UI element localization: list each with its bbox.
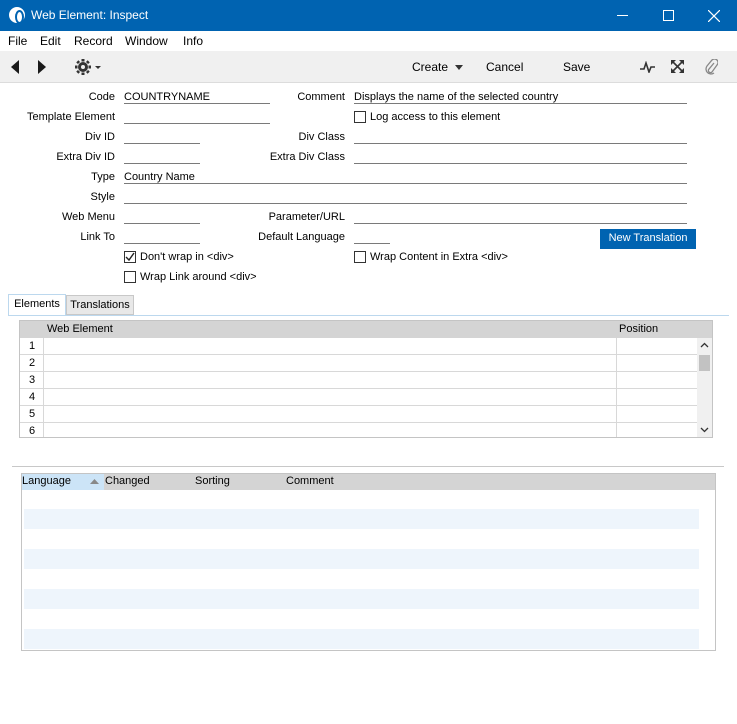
list-row-stripe [24,589,699,609]
chevron-down-icon [455,65,464,71]
parameter-url-field[interactable] [354,210,687,224]
tab-translations[interactable]: Translations [66,295,134,315]
table-row[interactable]: 5 [20,406,697,423]
row-number: 3 [28,374,36,386]
web-menu-field[interactable] [124,210,200,224]
list-header: Language Changed Sorting Comment [22,474,715,490]
section-divider [12,466,724,467]
translations-list: Language Changed Sorting Comment [21,473,716,651]
matrix-header: Web Element Position [20,321,712,338]
menu-info[interactable]: Info [183,34,203,48]
table-row[interactable]: 6 [20,423,697,440]
table-row[interactable]: 2 [20,355,697,372]
link-to-field[interactable] [124,230,200,244]
tab-divider [8,315,729,316]
template-element-label: Template Element [26,111,115,123]
create-button[interactable]: Create [412,60,464,74]
new-translation-button[interactable]: New Translation [600,229,696,249]
type-label: Type [91,171,115,183]
close-icon [708,9,720,22]
parameter-url-label: Parameter/URL [268,211,345,223]
extra-div-id-label: Extra Div ID [56,151,115,163]
extra-div-class-label: Extra Div Class [269,151,345,163]
cancel-button[interactable]: Cancel [486,60,523,74]
previous-record-icon[interactable] [10,60,20,74]
template-element-field[interactable] [124,110,270,124]
next-record-icon[interactable] [37,60,47,74]
default-language-field[interactable] [354,230,390,244]
tab-elements[interactable]: Elements [8,294,66,316]
menu-record[interactable]: Record [74,34,113,48]
create-label: Create [412,60,449,74]
wrap-link-label: Wrap Link around <div> [140,271,257,283]
web-menu-label: Web Menu [62,211,115,223]
wrap-content-extra-label: Wrap Content in Extra <div> [370,251,508,263]
row-number: 4 [28,391,36,403]
menu-window[interactable]: Window [125,34,168,48]
link-to-label: Link To [80,231,115,243]
row-number: 6 [28,425,36,437]
col-web-element[interactable]: Web Element [47,323,113,335]
wrap-content-extra-checkbox[interactable] [354,251,366,263]
row-number: 5 [28,408,36,420]
window-title: Web Element: Inspect [31,8,149,22]
col-comment[interactable]: Comment [286,475,334,487]
operations-gear-icon[interactable] [74,58,104,76]
table-row[interactable]: 1 [20,338,697,355]
comment-field[interactable]: Displays the name of the selected countr… [354,90,687,104]
col-position[interactable]: Position [619,323,658,335]
minimize-icon [616,15,628,16]
activity-icon[interactable] [640,61,655,73]
dont-wrap-label: Don't wrap in <div> [140,251,234,263]
col-language[interactable]: Language [22,474,104,490]
attachment-icon[interactable] [705,59,718,75]
div-id-label: Div ID [85,131,115,143]
div-id-field[interactable] [124,130,200,144]
comment-label: Comment [297,91,345,103]
col-changed[interactable]: Changed [105,475,150,487]
list-row-stripe [24,629,699,649]
list-row-stripe [24,549,699,569]
scroll-up-icon[interactable] [700,342,709,348]
minimize-button[interactable] [599,0,645,31]
elements-matrix: Web Element Position 1 2 3 4 5 6 [19,320,713,438]
default-language-label: Default Language [258,231,345,243]
div-class-label: Div Class [298,131,345,143]
style-field[interactable] [124,190,687,204]
code-label: Code [88,91,115,103]
matrix-scrollbar[interactable] [697,338,712,437]
menu-bar: File Edit Record Window Info [0,31,737,51]
save-button[interactable]: Save [563,60,590,74]
maximize-icon [662,10,674,21]
extra-div-class-field[interactable] [354,150,687,164]
style-label: Style [90,191,115,203]
dont-wrap-checkbox[interactable] [124,251,136,263]
menu-file[interactable]: File [8,34,27,48]
wrap-link-checkbox[interactable] [124,271,136,283]
table-row[interactable]: 4 [20,389,697,406]
scroll-down-icon[interactable] [700,427,709,433]
list-row-stripe [24,509,699,529]
log-access-checkbox[interactable] [354,111,366,123]
div-class-field[interactable] [354,130,687,144]
maximize-button[interactable] [645,0,691,31]
toolbar: Create Cancel Save [0,51,737,83]
app-icon [9,7,25,24]
extra-div-id-field[interactable] [124,150,200,164]
type-field[interactable]: Country Name [124,170,687,184]
checkmark-icon [125,252,135,262]
log-access-label: Log access to this element [370,111,501,123]
menu-edit[interactable]: Edit [40,34,61,48]
table-row[interactable]: 3 [20,372,697,389]
close-button[interactable] [691,0,737,31]
col-sorting[interactable]: Sorting [195,475,230,487]
row-number: 2 [28,357,36,369]
row-number: 1 [28,340,36,352]
col-language-label: Language [22,475,71,487]
title-bar: Web Element: Inspect [0,0,737,31]
sort-ascending-icon [90,479,99,484]
scrollbar-thumb[interactable] [699,355,710,371]
expand-icon[interactable] [671,60,684,73]
